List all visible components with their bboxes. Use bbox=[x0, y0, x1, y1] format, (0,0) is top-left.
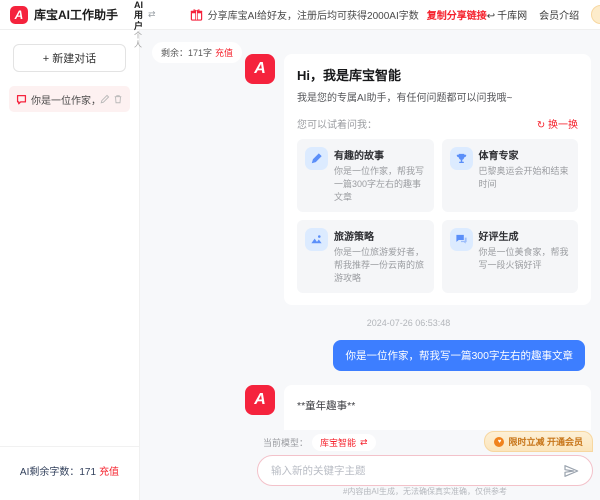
recharge-link-sidebar[interactable]: 充值 bbox=[99, 467, 119, 478]
app-logo-icon: A bbox=[10, 6, 28, 24]
suggestion-card-travel[interactable]: 旅游策略 你是一位旅游爱好者，帮我推荐一份云南的旅游攻略 bbox=[297, 220, 434, 293]
suggestion-desc: 你是一位美食家，帮我写一段火锅好评 bbox=[479, 246, 571, 272]
greeting-hint: 您可以试着问我： bbox=[297, 116, 377, 131]
remaining-words-label: AI剩余字数：171 bbox=[20, 467, 96, 478]
vip-heart-icon: ♥ bbox=[494, 437, 504, 447]
recharge-link-top[interactable]: 充值 bbox=[215, 48, 233, 58]
trophy-icon bbox=[450, 147, 473, 170]
suggestion-card-sport[interactable]: 体育专家 巴黎奥运会开始和结束时间 bbox=[442, 139, 579, 212]
remaining-quota-pill: 剩余：171字充值 bbox=[152, 42, 242, 63]
app-title: 库宝AI工作助手 bbox=[34, 6, 118, 23]
swap-model-icon: ⇄ bbox=[360, 437, 368, 448]
chat-bubble-icon bbox=[16, 94, 27, 105]
suggestion-desc: 你是一位旅游爱好者，帮我推荐一份云南的旅游攻略 bbox=[334, 246, 426, 285]
suggestion-desc: 巴黎奥运会开始和结束时间 bbox=[479, 165, 571, 191]
greeting-subtitle: 我是您的专属AI助手，有任何问题都可以问我哦~ bbox=[297, 89, 578, 104]
suggestion-desc: 你是一位作家，帮我写一篇300字左右的趣事文章 bbox=[334, 165, 426, 204]
ai-greeting-row: A Hi，我是库宝智能 我是您的专属AI助手，有任何问题都可以问我哦~ 您可以试… bbox=[245, 54, 592, 305]
ai-avatar: A bbox=[245, 54, 275, 84]
user-message-row: 你是一位作家，帮我写一篇300字左右的趣事文章 bbox=[245, 340, 592, 371]
review-chat-icon bbox=[450, 228, 473, 251]
message-input-bar bbox=[257, 455, 593, 486]
suggestion-title: 体育专家 bbox=[479, 147, 571, 162]
edit-chat-icon[interactable] bbox=[100, 94, 110, 104]
copy-share-link[interactable]: 复制分享链接 bbox=[427, 7, 487, 22]
delete-chat-icon[interactable] bbox=[113, 94, 123, 104]
refresh-suggestions-button[interactable]: ↻ 换一换 bbox=[537, 116, 578, 131]
sidebar: + 新建对话 你是一位作家，帮... AI剩余字数：171充值 bbox=[0, 30, 140, 500]
ai-message-title: **童年趣事** bbox=[297, 397, 578, 416]
new-chat-button[interactable]: + 新建对话 bbox=[13, 44, 126, 72]
user-name: 库宝AI用户 bbox=[134, 0, 143, 31]
composer-footer: 当前模型： 库宝智能 ⇄ ♥ 限时立减 开通会员 #内容由AI生成，无法确保真实… bbox=[140, 430, 600, 500]
model-name: 库宝智能 bbox=[320, 436, 356, 449]
top-header: A 库宝AI工作助手 库宝AI用户 个人 ⇄ 分享库宝AI给好友，注册后均可获得… bbox=[0, 0, 600, 30]
back-to-site-link[interactable]: ↩千库网 bbox=[487, 7, 527, 22]
quota-label: 剩余：171字 bbox=[161, 48, 212, 58]
model-selector[interactable]: 库宝智能 ⇄ bbox=[312, 434, 376, 451]
travel-icon bbox=[305, 228, 328, 251]
member-intro-link[interactable]: 会员介绍 bbox=[539, 7, 579, 22]
sidebar-footer: AI剩余字数：171充值 bbox=[0, 446, 139, 500]
chat-message-list[interactable]: A Hi，我是库宝智能 我是您的专属AI助手，有任何问题都可以问我哦~ 您可以试… bbox=[140, 30, 600, 430]
account-switcher[interactable]: 库宝AI用户 个人 ⇄ bbox=[134, 0, 156, 50]
share-promo: 分享库宝AI给好友，注册后均可获得2000AI字数 复制分享链接 bbox=[190, 7, 487, 22]
message-input[interactable] bbox=[271, 465, 555, 477]
promo-text: 分享库宝AI给好友，注册后均可获得2000AI字数 bbox=[208, 7, 419, 22]
suggestion-title: 有趣的故事 bbox=[334, 147, 426, 162]
return-arrow-icon: ↩ bbox=[487, 11, 495, 22]
pen-icon bbox=[305, 147, 328, 170]
current-model-label: 当前模型： bbox=[263, 436, 308, 449]
chat-history-item[interactable]: 你是一位作家，帮... bbox=[9, 86, 130, 112]
vip-promo-badge-bottom[interactable]: ♥ 限时立减 开通会员 bbox=[484, 431, 593, 452]
suggestion-grid: 有趣的故事 你是一位作家，帮我写一篇300字左右的趣事文章 体育专家 巴黎奥运会… bbox=[297, 139, 578, 293]
swap-account-icon[interactable]: ⇄ bbox=[148, 9, 156, 20]
greeting-title: Hi，我是库宝智能 bbox=[297, 65, 578, 84]
message-timestamp: 2024-07-26 06:53:48 bbox=[245, 318, 592, 328]
ai-avatar: A bbox=[245, 385, 275, 415]
suggestion-card-story[interactable]: 有趣的故事 你是一位作家，帮我写一篇300字左右的趣事文章 bbox=[297, 139, 434, 212]
user-message-bubble: 你是一位作家，帮我写一篇300字左右的趣事文章 bbox=[333, 340, 585, 371]
gift-icon bbox=[190, 8, 203, 21]
ai-greeting-card: Hi，我是库宝智能 我是您的专属AI助手，有任何问题都可以问我哦~ 您可以试着问… bbox=[284, 54, 591, 305]
ai-message-row: A **童年趣事** 小时候，我总爱干一些傻事。记得有一天，我在家里看动画片，突… bbox=[245, 385, 592, 430]
suggestion-title: 好评生成 bbox=[479, 228, 571, 243]
ai-message-card: **童年趣事** 小时候，我总爱干一些傻事。记得有一天，我在家里看动画片，突然想… bbox=[284, 385, 591, 430]
send-icon bbox=[563, 463, 579, 479]
ai-disclaimer: #内容由AI生成，无法确保真实准确，仅供参考 bbox=[257, 486, 593, 497]
suggestion-title: 旅游策略 bbox=[334, 228, 426, 243]
chat-history-title: 你是一位作家，帮... bbox=[31, 92, 97, 107]
vip-promo-badge-top[interactable]: ♥ 限时立减 开通会员 bbox=[591, 5, 600, 24]
user-type: 个人 bbox=[134, 31, 143, 49]
send-button[interactable] bbox=[563, 463, 579, 479]
suggestion-card-review[interactable]: 好评生成 你是一位美食家，帮我写一段火锅好评 bbox=[442, 220, 579, 293]
